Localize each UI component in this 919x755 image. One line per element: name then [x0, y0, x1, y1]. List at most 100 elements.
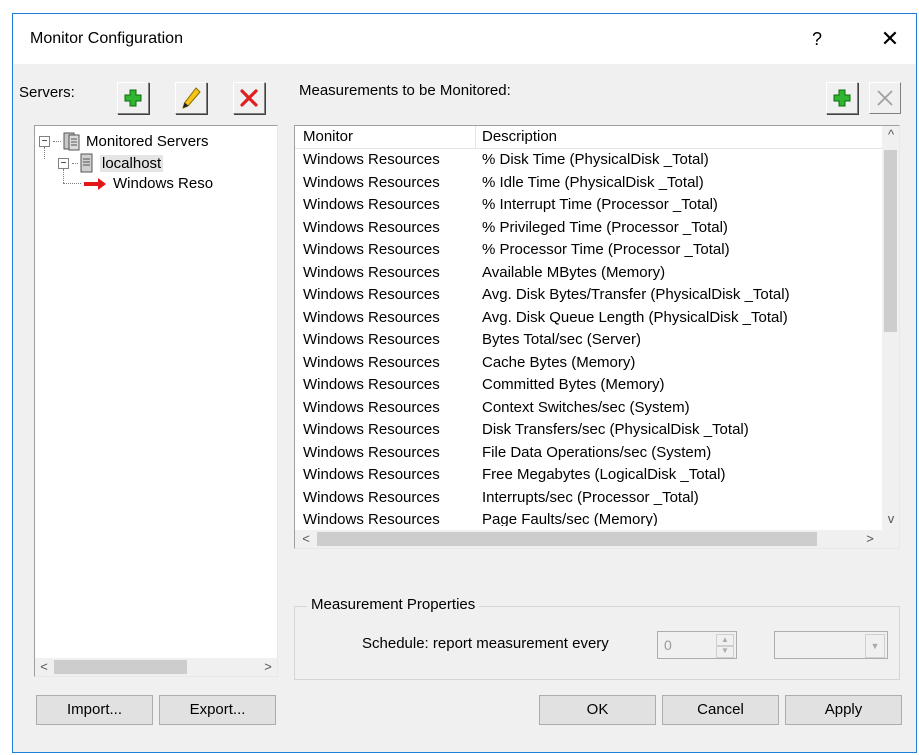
schedule-unit-dropdown[interactable]: ▼	[774, 631, 888, 659]
table-row[interactable]: Windows Resources Avg. Disk Bytes/Transfe…	[295, 284, 885, 307]
cell-description: File Data Operations/sec (System)	[482, 443, 712, 461]
measurements-list[interactable]: Monitor Description Windows Resources % D…	[294, 125, 900, 549]
red-arrow-icon	[84, 177, 106, 190]
cell-monitor: Windows Resources	[303, 398, 440, 416]
scroll-down-icon[interactable]: v	[882, 510, 900, 528]
scroll-thumb[interactable]	[884, 150, 897, 332]
table-row[interactable]: Windows Resources Context Switches/sec (S…	[295, 397, 885, 420]
list-vertical-scrollbar[interactable]: ^ v	[882, 126, 899, 530]
tree-label-monitored-servers: Monitored Servers	[86, 132, 209, 150]
table-row[interactable]: Windows Resources Available MBytes (Memor…	[295, 262, 885, 285]
help-button[interactable]: ?	[803, 24, 831, 54]
delete-measurement-button[interactable]	[869, 82, 901, 114]
servers-label: Servers:	[19, 84, 75, 101]
scroll-thumb[interactable]	[317, 532, 817, 546]
scroll-right-icon[interactable]: >	[259, 658, 277, 676]
red-x-icon	[240, 89, 258, 107]
cell-description: Cache Bytes (Memory)	[482, 353, 636, 371]
scroll-right-icon[interactable]: >	[861, 530, 879, 548]
add-server-button[interactable]	[117, 82, 149, 114]
edit-server-button[interactable]	[175, 82, 207, 114]
cell-description: Avg. Disk Bytes/Transfer (PhysicalDisk _…	[482, 286, 790, 303]
spin-down-icon[interactable]: ▼	[716, 645, 734, 658]
schedule-label: Schedule: report measurement every	[362, 635, 609, 652]
cell-description: Available MBytes (Memory)	[482, 263, 666, 281]
schedule-interval-stepper[interactable]: 0 ▲ ▼	[657, 631, 737, 659]
cell-monitor: Windows Resources	[303, 241, 440, 258]
table-row[interactable]: Windows Resources Avg. Disk Queue Length …	[295, 307, 885, 330]
scroll-thumb[interactable]	[54, 660, 187, 674]
list-rows: Windows Resources % Disk Time (PhysicalDi…	[295, 149, 885, 526]
column-header-description[interactable]: Description	[482, 128, 557, 145]
table-row[interactable]: Windows Resources Committed Bytes (Memory…	[295, 374, 885, 397]
chevron-down-icon[interactable]: ▼	[865, 634, 885, 658]
table-row[interactable]: Windows Resources % Disk Time (PhysicalDi…	[295, 149, 885, 172]
group-title: Measurement Properties	[307, 596, 480, 613]
cell-description: Free Megabytes (LogicalDisk _Total)	[482, 466, 726, 483]
cell-description: % Interrupt Time (Processor _Total)	[482, 196, 718, 213]
cell-description: Page Faults/sec (Memory)	[482, 511, 658, 526]
table-row[interactable]: Windows Resources % Idle Time (PhysicalDi…	[295, 172, 885, 195]
table-row[interactable]: Windows Resources % Privileged Time (Proc…	[295, 217, 885, 240]
tree-node-monitored-servers[interactable]: − Monitored Servers	[39, 131, 209, 151]
cell-description: % Processor Time (Processor _Total)	[482, 241, 730, 258]
cell-monitor: Windows Resources	[303, 196, 440, 213]
server-icon	[80, 153, 93, 173]
ok-button[interactable]: OK	[539, 695, 656, 725]
monitor-configuration-dialog: Monitor Configuration ? ✕ Servers: − Mon…	[12, 13, 917, 753]
cancel-button[interactable]: Cancel	[662, 695, 779, 725]
close-button[interactable]: ✕	[873, 24, 907, 54]
tree-horizontal-scrollbar[interactable]: < >	[35, 658, 277, 676]
tree-label-windows-resources: Windows Reso	[113, 175, 214, 192]
cell-description: Interrupts/sec (Processor _Total)	[482, 488, 699, 506]
import-button[interactable]: Import...	[36, 695, 153, 725]
cell-description: Committed Bytes (Memory)	[482, 376, 665, 393]
measurement-properties-group: Measurement Properties Schedule: report …	[294, 596, 900, 680]
cell-monitor: Windows Resources	[303, 331, 440, 348]
table-row[interactable]: Windows Resources Bytes Total/sec (Server…	[295, 329, 885, 352]
delete-server-button[interactable]	[233, 82, 265, 114]
scroll-left-icon[interactable]: <	[297, 530, 315, 548]
cell-monitor: Windows Resources	[303, 286, 440, 303]
list-horizontal-scrollbar[interactable]: < >	[295, 530, 899, 548]
tree-node-localhost[interactable]: − localhost	[58, 153, 164, 173]
cell-description: Avg. Disk Queue Length (PhysicalDisk _To…	[482, 308, 788, 326]
servers-tree[interactable]: − Monitored Servers − localhost Windows …	[34, 125, 278, 677]
cell-description: % Disk Time (PhysicalDisk _Total)	[482, 151, 709, 168]
tree-label-localhost: localhost	[100, 154, 164, 172]
table-row[interactable]: Windows Resources % Interrupt Time (Proce…	[295, 194, 885, 217]
table-row[interactable]: Windows Resources Interrupts/sec (Process…	[295, 487, 885, 510]
table-row[interactable]: Windows Resources % Processor Time (Proce…	[295, 239, 885, 262]
dialog-title: Monitor Configuration	[30, 30, 183, 47]
collapse-icon[interactable]: −	[58, 157, 69, 169]
cell-description: % Privileged Time (Processor _Total)	[482, 218, 728, 236]
table-row[interactable]: Windows Resources File Data Operations/se…	[295, 442, 885, 465]
cell-description: Context Switches/sec (System)	[482, 398, 690, 416]
scroll-left-icon[interactable]: <	[35, 658, 53, 676]
scroll-up-icon[interactable]: ^	[882, 126, 900, 144]
cell-monitor: Windows Resources	[303, 488, 440, 506]
cell-monitor: Windows Resources	[303, 511, 440, 526]
cell-monitor: Windows Resources	[303, 421, 440, 438]
cell-description: Disk Transfers/sec (PhysicalDisk _Total)	[482, 421, 749, 438]
green-plus-icon	[124, 89, 142, 107]
cell-monitor: Windows Resources	[303, 443, 440, 461]
collapse-icon[interactable]: −	[39, 135, 50, 147]
cell-description: Bytes Total/sec (Server)	[482, 331, 641, 348]
cell-monitor: Windows Resources	[303, 263, 440, 281]
cell-monitor: Windows Resources	[303, 151, 440, 168]
table-row[interactable]: Windows Resources Page Faults/sec (Memory…	[295, 509, 885, 526]
cell-monitor: Windows Resources	[303, 173, 440, 191]
tree-node-windows-resources[interactable]: Windows Reso	[63, 175, 213, 192]
cell-monitor: Windows Resources	[303, 218, 440, 236]
table-row[interactable]: Windows Resources Cache Bytes (Memory)	[295, 352, 885, 375]
cell-monitor: Windows Resources	[303, 376, 440, 393]
export-button[interactable]: Export...	[159, 695, 276, 725]
add-measurement-button[interactable]	[826, 82, 858, 114]
table-row[interactable]: Windows Resources Disk Transfers/sec (Phy…	[295, 419, 885, 442]
list-header: Monitor Description	[295, 126, 899, 149]
title-bar: Monitor Configuration ? ✕	[13, 14, 916, 64]
apply-button[interactable]: Apply	[785, 695, 902, 725]
column-header-monitor[interactable]: Monitor	[303, 128, 353, 145]
table-row[interactable]: Windows Resources Free Megabytes (Logical…	[295, 464, 885, 487]
